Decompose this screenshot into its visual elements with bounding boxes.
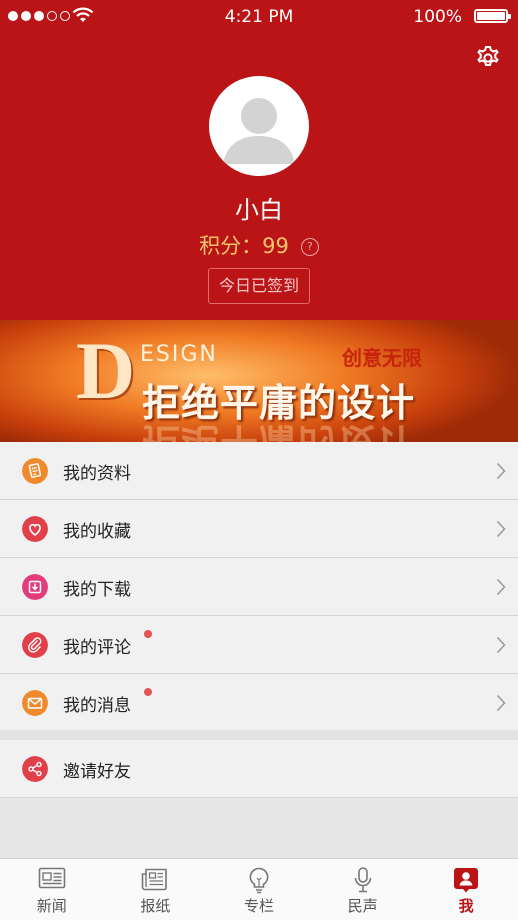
- tab-label: 我: [458, 897, 474, 915]
- battery-icon: [474, 9, 511, 23]
- newspaper-icon: [142, 868, 168, 891]
- menu-item-label: 我的资料: [63, 464, 131, 484]
- menu-item-comments[interactable]: 我的评论: [0, 616, 518, 674]
- microphone-icon: [354, 867, 371, 893]
- news-icon: [38, 867, 66, 889]
- menu-list: 我的资料 我的收藏 我的下载 我的评论 我的消息: [0, 442, 518, 732]
- user-profile-icon: [454, 868, 479, 893]
- profile-header: 4:21 PM 100% 小白 积分：99? 今日已签到: [0, 0, 518, 320]
- avatar[interactable]: [209, 76, 309, 176]
- heart-icon: [22, 516, 48, 542]
- menu-item-label: 我的收藏: [63, 522, 131, 542]
- unread-badge: [144, 688, 152, 696]
- default-user-icon: [223, 98, 295, 164]
- checkin-button[interactable]: 今日已签到: [208, 268, 310, 304]
- menu-item-label: 我的评论: [63, 638, 131, 658]
- menu-item-profile[interactable]: 我的资料: [0, 442, 518, 500]
- tab-me[interactable]: 我: [414, 859, 518, 920]
- status-bar: 4:21 PM 100%: [0, 0, 518, 34]
- invite-section: 邀请好友: [0, 740, 518, 798]
- chevron-right-icon: [496, 578, 506, 596]
- chevron-right-icon: [496, 694, 506, 712]
- share-icon: [22, 756, 48, 782]
- tab-newspaper[interactable]: 报纸: [104, 859, 208, 920]
- points-row: 积分：99?: [0, 230, 518, 260]
- unread-badge: [144, 630, 152, 638]
- battery-percent: 100%: [413, 7, 462, 27]
- download-icon: [22, 574, 48, 600]
- banner-big-letter: D: [76, 325, 136, 416]
- envelope-icon: [22, 690, 48, 716]
- banner-esign: ESIGN: [140, 342, 218, 367]
- tab-news[interactable]: 新闻: [0, 859, 104, 920]
- chevron-right-icon: [496, 520, 506, 538]
- help-icon[interactable]: ?: [300, 238, 319, 256]
- bottom-tab-bar: 新闻 报纸 专栏 民声 我: [0, 858, 518, 920]
- profile-doc-icon: [22, 458, 48, 484]
- banner-tag: 创意无限: [342, 346, 422, 370]
- menu-item-invite[interactable]: 邀请好友: [0, 740, 518, 798]
- chevron-right-icon: [496, 462, 506, 480]
- tab-label: 专栏: [243, 897, 274, 915]
- menu-item-label: 我的消息: [63, 696, 131, 716]
- points-label: 积分：: [199, 234, 263, 258]
- banner-slogan-reflection: 拒绝平庸的设计: [142, 420, 416, 442]
- tab-label: 民声: [347, 897, 378, 915]
- tab-public-voice[interactable]: 民声: [311, 859, 415, 920]
- chevron-right-icon: [496, 636, 506, 654]
- points-value: 99: [262, 234, 289, 258]
- tab-column[interactable]: 专栏: [207, 859, 311, 920]
- tab-label: 报纸: [140, 897, 171, 915]
- section-divider: [0, 730, 518, 740]
- paperclip-icon: [22, 632, 48, 658]
- lightbulb-icon: [249, 867, 269, 894]
- promo-banner[interactable]: D ESIGN 创意无限 拒绝平庸的设计 拒绝平庸的设计: [0, 320, 518, 442]
- tab-label: 新闻: [36, 897, 67, 915]
- menu-item-favorites[interactable]: 我的收藏: [0, 500, 518, 558]
- empty-area: [0, 798, 518, 858]
- menu-item-messages[interactable]: 我的消息: [0, 674, 518, 732]
- menu-item-label: 我的下载: [63, 580, 131, 600]
- username: 小白: [235, 196, 283, 224]
- menu-item-label: 邀请好友: [63, 762, 131, 782]
- menu-item-downloads[interactable]: 我的下载: [0, 558, 518, 616]
- settings-gear-icon[interactable]: [474, 44, 502, 72]
